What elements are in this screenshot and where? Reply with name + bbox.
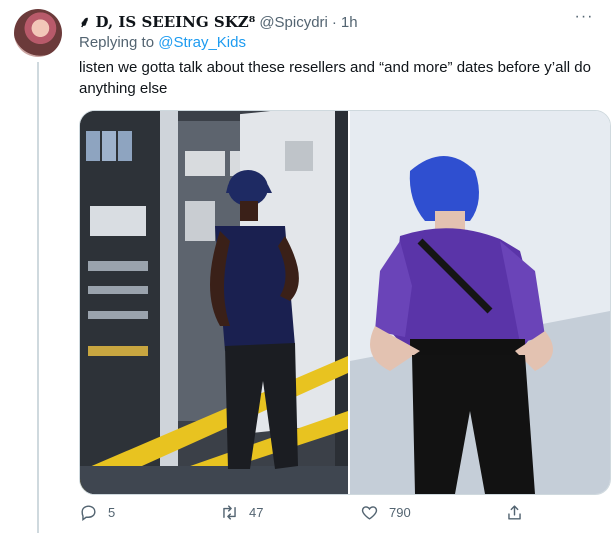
reply-button[interactable]: 5 bbox=[79, 503, 115, 522]
separator-dot: · bbox=[331, 13, 337, 31]
retweet-button[interactable]: 47 bbox=[220, 503, 263, 522]
electrical-room-photo bbox=[80, 111, 348, 494]
heart-icon bbox=[361, 506, 378, 520]
timestamp[interactable]: 1h bbox=[341, 14, 358, 31]
replying-prefix: Replying to bbox=[79, 34, 159, 51]
like-count: 790 bbox=[389, 505, 411, 520]
media-photo-1[interactable] bbox=[80, 111, 348, 494]
media-photo-2[interactable] bbox=[350, 111, 610, 494]
share-icon bbox=[508, 505, 521, 520]
tweet-actions: 5 47 790 bbox=[79, 503, 599, 531]
display-name[interactable]: ⸙ D, IS SEEING SKZ⁸ bbox=[79, 12, 255, 32]
reply-count: 5 bbox=[108, 505, 116, 520]
media-grid bbox=[79, 110, 611, 495]
replying-to-link[interactable]: @Stray_Kids bbox=[158, 34, 246, 51]
performer-photo bbox=[350, 111, 610, 494]
replying-to: Replying to @Stray_Kids bbox=[79, 34, 246, 51]
reply-icon bbox=[81, 505, 96, 522]
thread-line bbox=[37, 62, 39, 533]
share-button[interactable] bbox=[505, 503, 534, 522]
like-button[interactable]: 790 bbox=[360, 503, 411, 522]
tweet-text: listen we gotta talk about these reselle… bbox=[79, 59, 591, 97]
avatar[interactable] bbox=[14, 9, 62, 57]
user-handle[interactable]: @Spicydri bbox=[259, 14, 328, 31]
retweet-icon bbox=[223, 505, 236, 520]
tweet-header: ⸙ D, IS SEEING SKZ⁸ @Spicydri · 1h bbox=[79, 11, 572, 33]
retweet-count: 47 bbox=[249, 505, 264, 520]
more-options-icon[interactable]: ··· bbox=[570, 8, 598, 28]
